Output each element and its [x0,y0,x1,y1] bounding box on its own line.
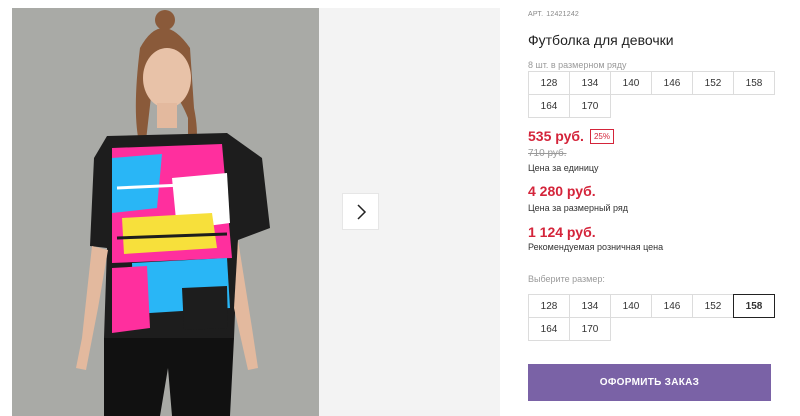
product-page: АРТ. 12421242 Футболка для девочки 8 шт. … [0,0,800,416]
size-option[interactable]: 152 [692,294,734,318]
chevron-right-icon [356,203,366,220]
place-order-button[interactable]: ОФОРМИТЬ ЗАКАЗ [528,364,771,401]
size-set-note: 8 шт. в размерном ряду [528,60,627,70]
product-title: Футболка для девочки [528,32,674,48]
article-label: АРТ. [528,11,544,18]
girl-in-printed-tshirt-image [12,8,319,416]
set-size-cell: 170 [569,94,611,118]
size-selector: 128 134 140 146 152 158 164 170 [528,294,775,341]
size-option[interactable]: 128 [528,294,570,318]
size-option[interactable]: 140 [610,294,652,318]
size-option[interactable]: 134 [569,294,611,318]
choose-size-label: Выберите размер: [528,274,605,284]
set-size-cell: 164 [528,94,570,118]
set-size-cell: 134 [569,71,611,95]
unit-price-caption: Цена за единицу [528,163,599,173]
article-number: АРТ. 12421242 [528,11,579,18]
discount-badge: 25% [589,128,614,144]
set-size-cell: 146 [651,71,693,95]
size-set-grid: 128 134 140 146 152 158 164 170 [528,71,775,118]
unit-price-row: 535 руб. 25% [528,128,614,144]
size-option[interactable]: 146 [651,294,693,318]
retail-price-caption: Рекомендуемая розничная цена [528,242,664,252]
article-value: 12421242 [546,11,580,18]
product-photo[interactable] [12,8,319,416]
set-price-caption: Цена за размерный ряд [528,203,629,213]
set-size-cell: 128 [528,71,570,95]
retail-price: 1 124 руб. [528,224,596,240]
unit-price: 535 руб. [528,128,584,144]
set-price: 4 280 руб. [528,183,596,199]
set-size-cell: 152 [692,71,734,95]
product-gallery [0,0,500,416]
size-option-selected[interactable]: 158 [733,294,775,318]
size-option[interactable]: 170 [569,317,611,341]
set-size-cell: 158 [733,71,775,95]
set-size-cell: 140 [610,71,652,95]
next-photo-button[interactable] [342,193,379,230]
size-option[interactable]: 164 [528,317,570,341]
old-price: 710 руб. [528,148,567,159]
